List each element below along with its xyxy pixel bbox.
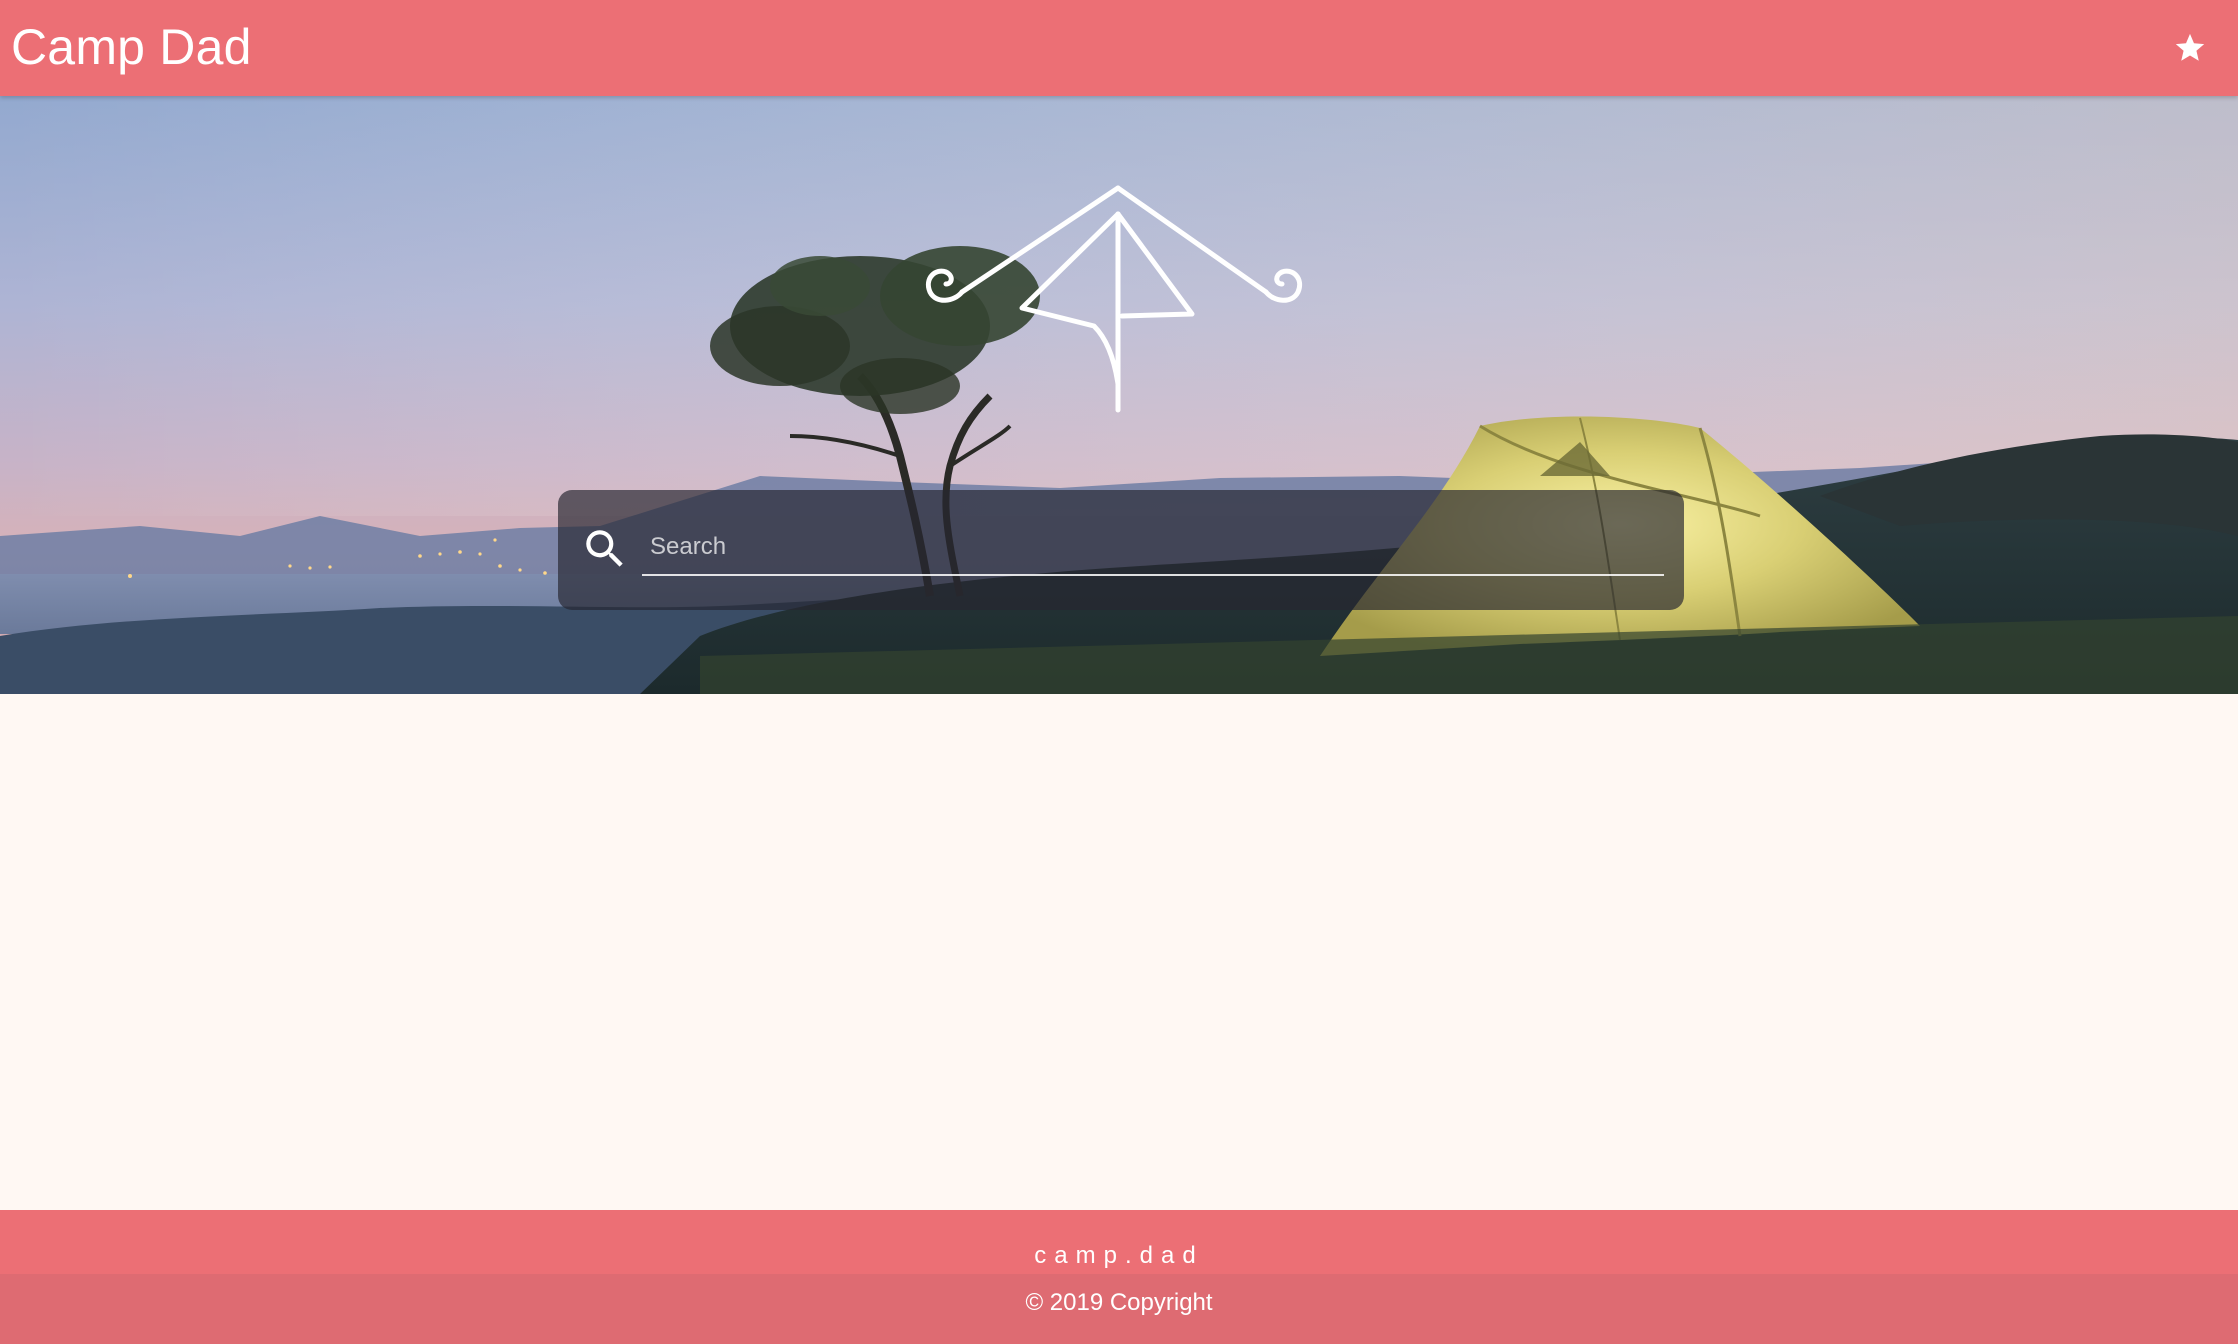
star-icon: [2175, 33, 2205, 61]
main-content: [0, 694, 2238, 1210]
footer-brand[interactable]: camp.dad: [0, 1242, 2238, 1270]
page: Camp Dad Search camp.dad © 2019 Copyrigh…: [0, 0, 2238, 1344]
site-title[interactable]: Camp Dad: [11, 17, 252, 77]
tent-logo-icon: [926, 185, 1302, 413]
favorite-button[interactable]: [2166, 24, 2214, 72]
app-header: Camp Dad: [0, 0, 2238, 96]
hero-banner: [0, 96, 2238, 694]
footer-copyright-bar: © 2019 Copyright: [0, 1274, 2238, 1344]
footer: camp.dad: [0, 1210, 2238, 1274]
search-bar: [558, 490, 1684, 610]
search-input[interactable]: [642, 522, 1664, 576]
copyright-text: © 2019 Copyright: [1025, 1289, 1213, 1316]
search-icon[interactable]: [580, 524, 630, 574]
